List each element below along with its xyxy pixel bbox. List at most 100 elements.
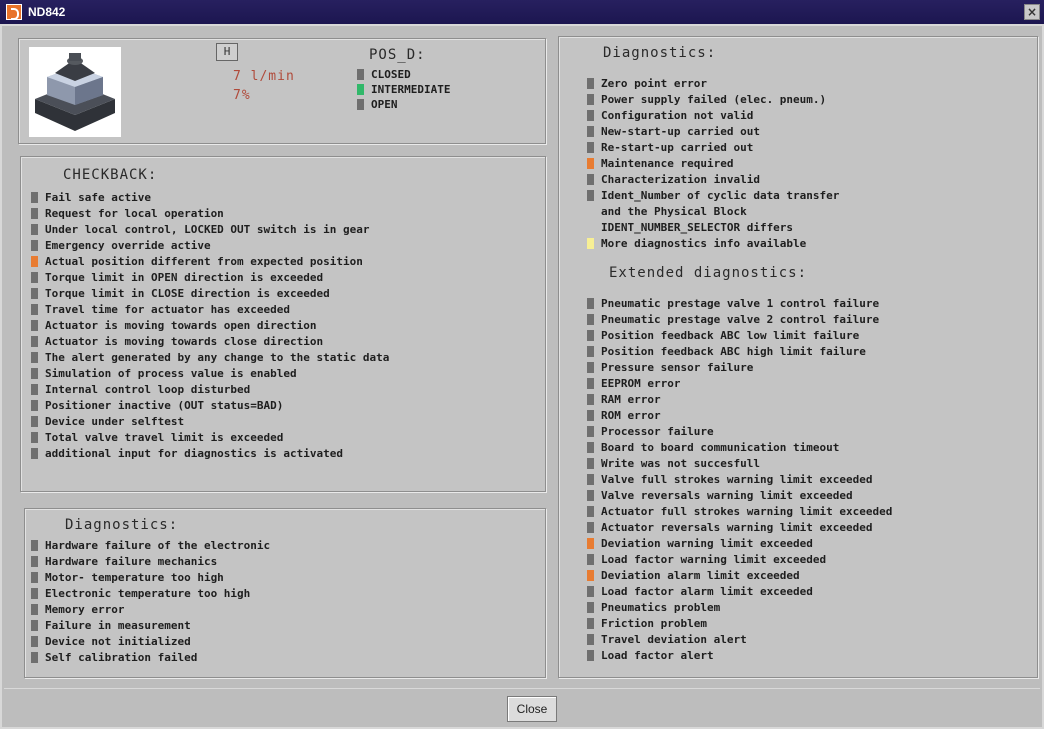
list-item: Position feedback ABC high limit failure — [587, 343, 1035, 359]
status-indicator — [31, 383, 38, 395]
status-indicator — [587, 173, 594, 185]
status-indicator — [587, 393, 594, 405]
status-indicator — [31, 555, 38, 567]
list-item: The alert generated by any change to the… — [31, 349, 543, 365]
item-label: Under local control, LOCKED OUT switch i… — [45, 222, 370, 236]
item-label: Maintenance required — [601, 156, 734, 170]
item-label: Configuration not valid — [601, 108, 754, 122]
item-label: Ident_Number of cyclic data transfer — [601, 188, 840, 202]
status-indicator — [31, 635, 38, 647]
list-item: Electronic temperature too high — [31, 585, 541, 601]
status-indicator — [587, 489, 594, 501]
list-item: Power supply failed (elec. pneum.) — [587, 91, 1035, 107]
status-indicator — [31, 539, 38, 551]
pos-label: CLOSED — [371, 68, 411, 81]
list-item: Ident_Number of cyclic data transfer — [587, 187, 1035, 203]
status-indicator — [31, 351, 38, 363]
checkback-title: CHECKBACK: — [63, 167, 158, 183]
item-label: Torque limit in OPEN direction is exceed… — [45, 270, 324, 284]
status-indicator — [587, 377, 594, 389]
mode-indicator: H — [216, 43, 238, 61]
status-indicator — [31, 651, 38, 663]
pos-indicator — [357, 84, 364, 95]
status-indicator — [587, 237, 594, 249]
list-item: Friction problem — [587, 615, 1035, 631]
status-indicator — [31, 287, 38, 299]
checkback-panel: CHECKBACK: Fail safe active Request for l… — [20, 156, 546, 492]
status-indicator — [587, 473, 594, 485]
title-bar: ND842 × — [0, 0, 1044, 24]
list-item: Pressure sensor failure — [587, 359, 1035, 375]
position-percent: 7% — [233, 88, 251, 103]
status-indicator — [587, 617, 594, 629]
diagnostics-left-panel: Diagnostics: Hardware failure of the ele… — [24, 508, 546, 678]
list-item: Failure in measurement — [31, 617, 541, 633]
item-label: Characterization invalid — [601, 172, 760, 186]
item-label: Deviation warning limit exceeded — [601, 536, 813, 550]
list-item: Travel deviation alert — [587, 631, 1035, 647]
list-item: Pneumatics problem — [587, 599, 1035, 615]
item-label: Pressure sensor failure — [601, 360, 754, 374]
item-label: ROM error — [601, 408, 661, 422]
item-label: Actuator is moving towards close directi… — [45, 334, 324, 348]
pos-label: OPEN — [371, 98, 398, 111]
status-indicator — [587, 93, 594, 105]
status-indicator — [587, 345, 594, 357]
diagnostics-right-title: Diagnostics: — [603, 45, 717, 61]
item-label: Power supply failed (elec. pneum.) — [601, 92, 827, 106]
status-indicator — [31, 367, 38, 379]
item-label: Actuator full strokes warning limit exce… — [601, 504, 893, 518]
status-indicator — [587, 505, 594, 517]
status-indicator — [31, 431, 38, 443]
status-panel: H 7 l/min 7% POS_D: CLOSED INTERMEDIATE OP… — [18, 38, 546, 144]
status-indicator — [31, 587, 38, 599]
item-label: Device not initialized — [45, 634, 191, 648]
list-item: Load factor alert — [587, 647, 1035, 663]
status-indicator — [587, 601, 594, 613]
status-indicator — [587, 77, 594, 89]
status-indicator — [587, 521, 594, 533]
status-indicator — [31, 223, 38, 235]
status-indicator — [587, 313, 594, 325]
list-item: Actuator full strokes warning limit exce… — [587, 503, 1035, 519]
list-item: Actuator is moving towards close directi… — [31, 333, 543, 349]
list-item: Device not initialized — [31, 633, 541, 649]
status-indicator — [587, 109, 594, 121]
window-close-icon[interactable]: × — [1024, 4, 1040, 20]
item-label: Write was not succesfull — [601, 456, 760, 470]
list-item: additional input for diagnostics is acti… — [31, 445, 543, 461]
status-indicator — [587, 409, 594, 421]
status-indicator — [31, 239, 38, 251]
list-item: Self calibration failed — [31, 649, 541, 665]
list-item: Request for local operation — [31, 205, 543, 221]
list-item: RAM error — [587, 391, 1035, 407]
item-label: Failure in measurement — [45, 618, 191, 632]
item-label: Emergency override active — [45, 238, 211, 252]
item-label: Load factor warning limit exceeded — [601, 552, 827, 566]
diagnostics-right-panel: Diagnostics: Zero point error Power suppl… — [558, 36, 1038, 678]
status-indicator — [587, 457, 594, 469]
status-indicator — [587, 633, 594, 645]
item-label: Request for local operation — [45, 206, 224, 220]
pos-d-item: CLOSED — [357, 67, 450, 82]
list-item: Maintenance required — [587, 155, 1035, 171]
status-indicator — [31, 415, 38, 427]
status-indicator — [587, 569, 594, 581]
status-indicator — [587, 441, 594, 453]
item-label: More diagnostics info available — [601, 236, 807, 250]
extended-diagnostics-list: Pneumatic prestage valve 1 control failu… — [587, 295, 1035, 663]
list-item: Characterization invalid — [587, 171, 1035, 187]
status-indicator — [31, 191, 38, 203]
item-label: Friction problem — [601, 616, 707, 630]
close-button[interactable]: Close — [507, 696, 557, 722]
flow-value: 7 l/min — [233, 69, 295, 84]
list-item: Memory error — [31, 601, 541, 617]
list-item: Hardware failure of the electronic — [31, 537, 541, 553]
pos-d-item: OPEN — [357, 97, 450, 112]
status-indicator — [587, 425, 594, 437]
item-label: Deviation alarm limit exceeded — [601, 568, 800, 582]
item-label: The alert generated by any change to the… — [45, 350, 390, 364]
checkback-list: Fail safe active Request for local operat… — [31, 189, 543, 461]
list-item: Emergency override active — [31, 237, 543, 253]
item-label: Actual position different from expected … — [45, 254, 363, 268]
